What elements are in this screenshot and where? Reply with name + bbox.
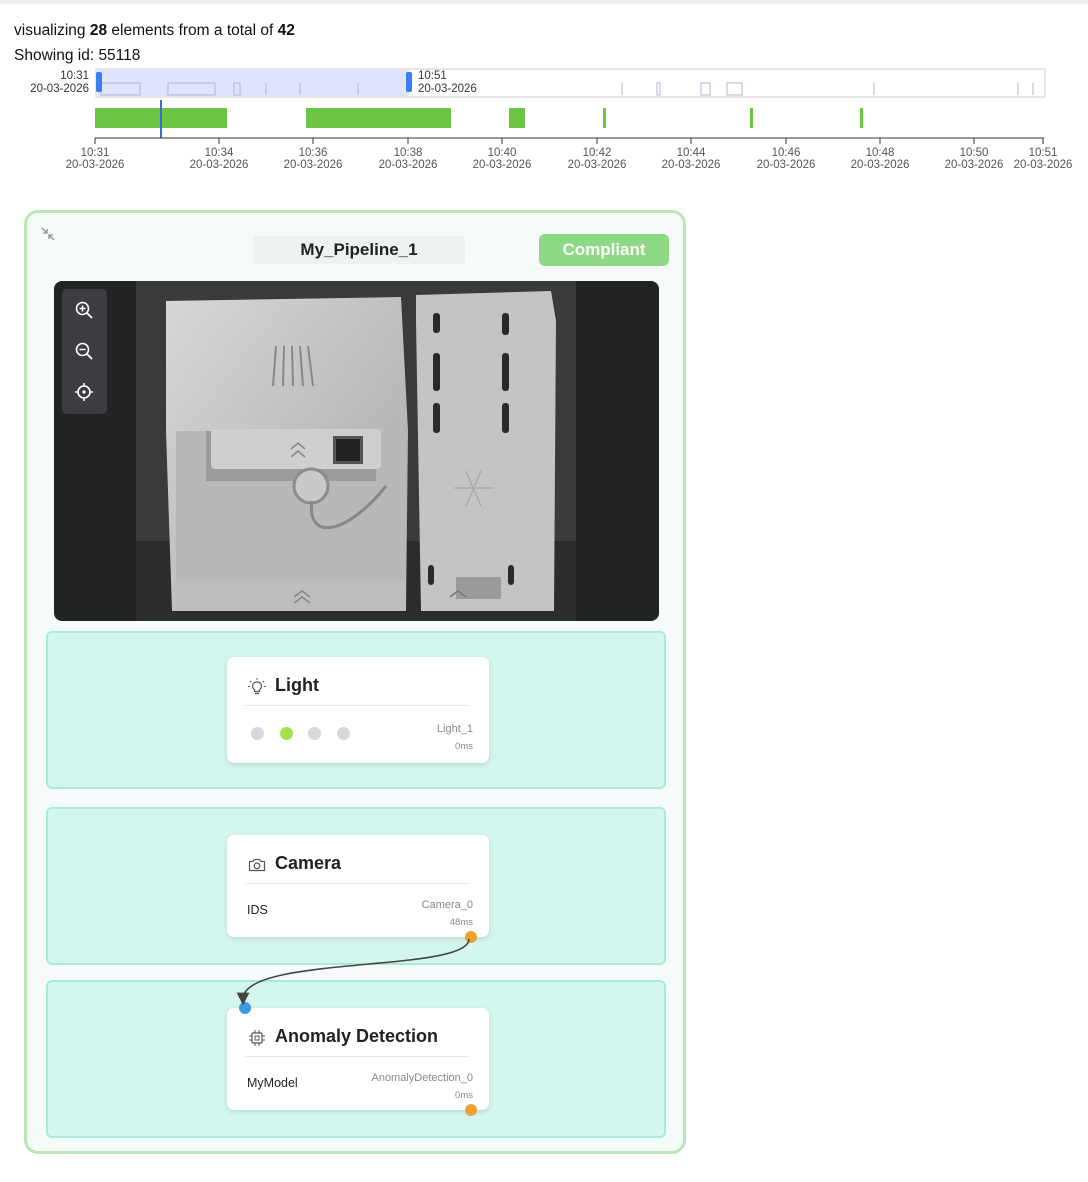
zoom-in-icon[interactable] (73, 299, 95, 321)
brush-selection[interactable] (98, 70, 409, 96)
node-title: Camera (275, 853, 342, 873)
timeline-tick-date: 20-03-2026 (284, 159, 343, 171)
node-separator (245, 705, 469, 706)
light-dot[interactable] (337, 727, 350, 740)
chip-icon (249, 1030, 265, 1046)
node-id: AnomalyDetection_0 (371, 1072, 473, 1084)
light-dot[interactable] (308, 727, 321, 740)
timeline-tick-date: 20-03-2026 (1014, 159, 1073, 171)
pipeline-card: My_Pipeline_1 Compliant Light Light_1 0m… (24, 210, 686, 1154)
zoom-out-icon[interactable] (73, 340, 95, 362)
node-separator (245, 1056, 469, 1057)
timeline-tick-time: 10:48 (866, 147, 895, 159)
timeline-chart[interactable]: 10:3120-03-202610:3420-03-202610:3620-03… (0, 100, 1088, 176)
timeline-tick-date: 20-03-2026 (757, 159, 816, 171)
stage-model: Anomaly Detection MyModel AnomalyDetecti… (46, 980, 666, 1138)
model-input-port[interactable] (239, 1002, 251, 1014)
timeline-tick-date: 20-03-2026 (473, 159, 532, 171)
timeline-tick-time: 10:46 (772, 147, 801, 159)
camera-icon (248, 858, 266, 872)
timeline-tick-date: 20-03-2026 (190, 159, 249, 171)
timeline-tick-time: 10:44 (677, 147, 706, 159)
timeline-bars (95, 108, 863, 128)
timeline-tick-time: 10:42 (583, 147, 612, 159)
timeline-tick-date: 20-03-2026 (851, 159, 910, 171)
visualized-count: 28 (89, 22, 108, 39)
visualizing-summary: visualizing 28 elements from a total of … (14, 22, 295, 40)
total-count: 42 (277, 22, 295, 39)
stage-camera: Camera IDS Camera_0 48ms (46, 807, 666, 965)
node-light[interactable]: Light Light_1 0ms (227, 657, 489, 763)
brush-end-date: 20-03-2026 (418, 83, 477, 95)
timeline-bar[interactable] (306, 108, 451, 128)
node-anomaly-detection[interactable]: Anomaly Detection MyModel AnomalyDetecti… (227, 1002, 489, 1116)
timeline-tick-date: 20-03-2026 (379, 159, 438, 171)
summary-prefix: visualizing (14, 22, 86, 39)
timeline-tick-time: 10:31 (81, 147, 110, 159)
summary-middle: elements from a total of (111, 22, 274, 39)
node-time: 48ms (449, 917, 473, 928)
showing-id: Showing id: 55118 (14, 47, 141, 64)
stage-light: Light Light_1 0ms (46, 631, 666, 789)
timeline-bar[interactable] (509, 108, 525, 128)
node-id: Light_1 (436, 723, 473, 735)
brush-start-time: 10:31 (60, 70, 89, 82)
timeline-tick-time: 10:36 (299, 147, 328, 159)
node-time: 0ms (455, 1090, 473, 1101)
brush-handle-end[interactable] (406, 72, 412, 92)
timeline-bar[interactable] (860, 108, 863, 128)
node-time: 0ms (455, 741, 473, 752)
node-camera[interactable]: Camera IDS Camera_0 48ms (227, 835, 489, 943)
camera-vendor: IDS (247, 903, 268, 917)
pipeline-title[interactable]: My_Pipeline_1 (253, 236, 465, 264)
recenter-icon[interactable] (73, 381, 95, 403)
timeline-bar[interactable] (603, 108, 606, 128)
timeline-tick-time: 10:40 (488, 147, 517, 159)
timeline-tick-date: 20-03-2026 (66, 159, 125, 171)
camera-output-port[interactable] (465, 931, 477, 943)
timeline-tick-date: 20-03-2026 (945, 159, 1004, 171)
inspection-image (136, 281, 576, 621)
timeline-bar[interactable] (750, 108, 753, 128)
timeline-brush[interactable]: 10:31 20-03-2026 10:51 20-03-2026 (0, 64, 1088, 100)
model-output-port[interactable] (465, 1104, 477, 1116)
node-title: Anomaly Detection (275, 1026, 439, 1046)
brush-start-date: 20-03-2026 (30, 83, 89, 95)
brush-handle-start[interactable] (96, 72, 102, 92)
collapse-icon[interactable] (39, 225, 57, 243)
timeline-tick-time: 10:50 (960, 147, 989, 159)
node-id: Camera_0 (421, 899, 473, 911)
top-border (0, 0, 1088, 4)
light-dot[interactable] (280, 727, 293, 740)
timeline-ticks: 10:3120-03-202610:3420-03-202610:3620-03… (66, 138, 1073, 171)
timeline-tick-date: 20-03-2026 (662, 159, 721, 171)
light-dot[interactable] (251, 727, 264, 740)
brush-end-time: 10:51 (418, 70, 447, 82)
zoom-toolbar (62, 289, 107, 414)
lightbulb-icon (248, 678, 266, 695)
timeline-tick-time: 10:34 (205, 147, 234, 159)
model-name: MyModel (247, 1076, 298, 1090)
node-separator (245, 883, 469, 884)
timeline-tick-date: 20-03-2026 (568, 159, 627, 171)
image-viewer[interactable] (54, 281, 659, 621)
status-badge: Compliant (539, 234, 669, 266)
timeline-tick-time: 10:51 (1029, 147, 1058, 159)
timeline-tick-time: 10:38 (394, 147, 423, 159)
node-title: Light (275, 675, 319, 695)
